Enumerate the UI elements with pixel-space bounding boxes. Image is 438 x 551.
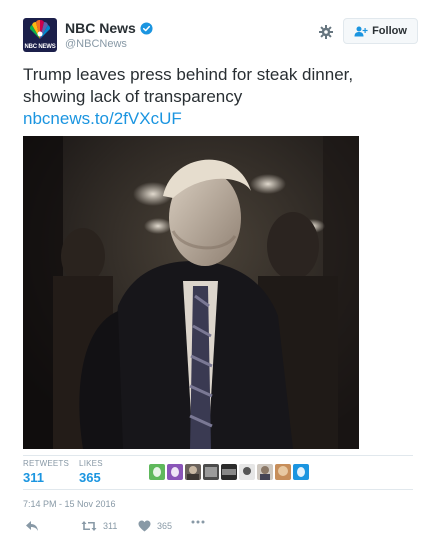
liker-avatar[interactable] [275, 464, 291, 480]
likes-count: 365 [79, 470, 101, 485]
retweet-count: 311 [103, 521, 118, 531]
divider-bottom [23, 489, 413, 490]
tweet-header: NBC NEWS NBC News @NBCNews Follow [23, 18, 418, 58]
liker-avatar[interactable] [149, 464, 165, 480]
display-name[interactable]: NBC News [65, 20, 136, 36]
liker-avatar[interactable] [257, 464, 273, 480]
retweets-count: 311 [23, 470, 44, 485]
reply-button[interactable] [25, 520, 39, 532]
liker-avatar[interactable] [293, 464, 309, 480]
tweet-text: Trump leaves press behind for steak dinn… [23, 64, 403, 130]
avatar-logo-text: NBC NEWS [24, 44, 56, 50]
tweet-stats: RETWEETS 311 LIKES 365 [23, 459, 103, 485]
retweets-label: RETWEETS [23, 459, 70, 468]
nbc-news-avatar[interactable]: NBC NEWS [23, 18, 57, 52]
tweet-body: Trump leaves press behind for steak dinn… [23, 65, 354, 106]
name-row: NBC News [65, 20, 153, 36]
tweet-timestamp[interactable]: 7:14 PM - 15 Nov 2016 [23, 499, 116, 509]
account-handle[interactable]: @NBCNews [65, 38, 127, 50]
tweet-link[interactable]: nbcnews.to/2fVXcUF [23, 108, 403, 130]
peacock-logo-icon [29, 19, 51, 39]
like-button[interactable]: 365 [138, 520, 172, 532]
likes-stat[interactable]: LIKES 365 [79, 459, 103, 485]
like-count: 365 [157, 521, 173, 531]
liker-avatar[interactable] [185, 464, 201, 480]
media-frame [23, 136, 359, 449]
more-button[interactable] [191, 520, 205, 524]
retweets-stat[interactable]: RETWEETS 311 [23, 459, 69, 485]
retweet-icon [81, 521, 97, 531]
tweet-actions: 311 365 [23, 520, 323, 536]
reply-icon [26, 521, 38, 531]
gear-icon[interactable] [319, 25, 333, 39]
divider-top [23, 455, 413, 456]
follow-button[interactable]: Follow [343, 18, 418, 44]
heart-icon [138, 520, 151, 532]
retweet-button[interactable]: 311 [81, 520, 117, 532]
more-icon [191, 520, 205, 524]
tweet-media-gif[interactable] [23, 136, 359, 449]
liker-avatar[interactable] [203, 464, 219, 480]
liker-avatar[interactable] [239, 464, 255, 480]
likes-label: LIKES [79, 459, 103, 468]
liker-avatars [149, 464, 309, 480]
liker-avatar[interactable] [221, 464, 237, 480]
verified-badge-icon [140, 21, 153, 35]
liker-avatar[interactable] [167, 464, 183, 480]
follow-label: Follow [372, 25, 407, 37]
add-user-icon [354, 26, 368, 36]
